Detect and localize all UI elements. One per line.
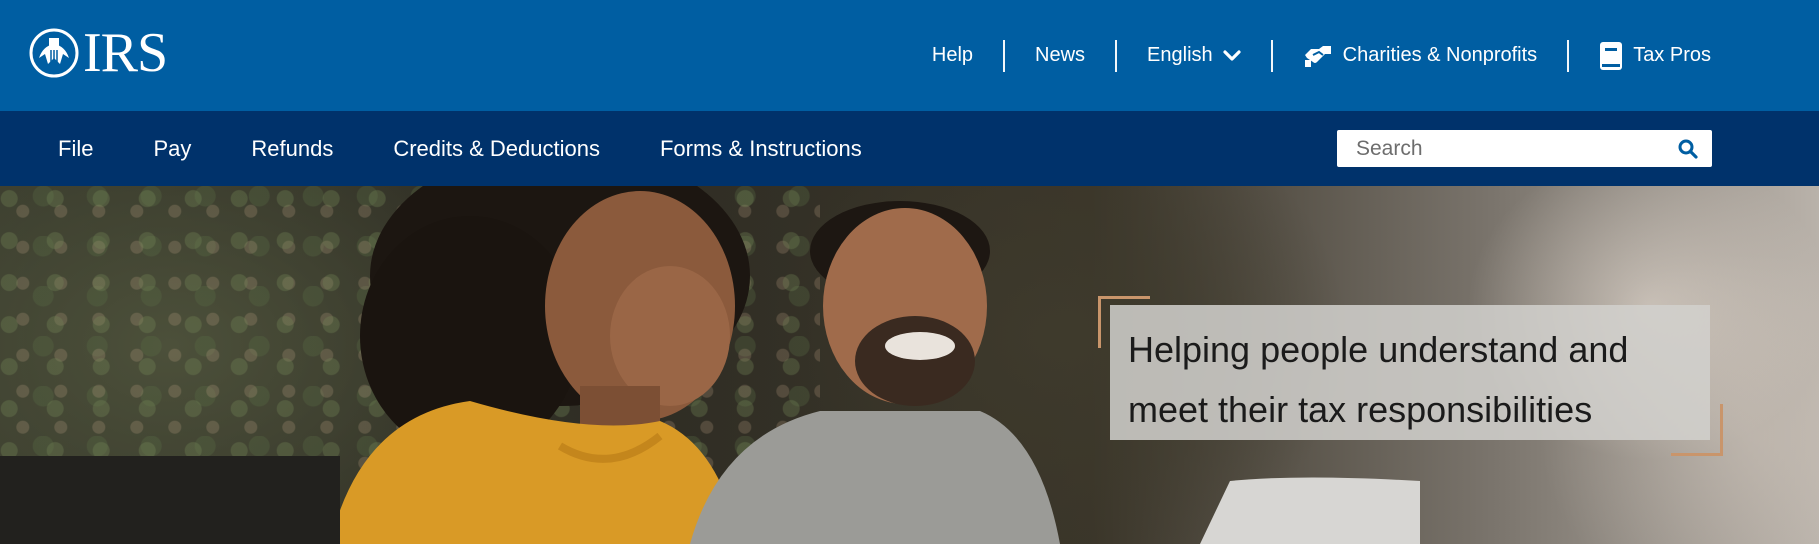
search-box: [1337, 130, 1712, 167]
search-input[interactable]: [1356, 136, 1656, 161]
handshake-icon: [1304, 45, 1331, 67]
divider: [1115, 39, 1118, 72]
book-icon: [1600, 41, 1623, 70]
chevron-down-icon: [1223, 49, 1241, 61]
charities-label: Charities & Nonprofits: [1342, 44, 1538, 66]
language-selector[interactable]: English: [1147, 44, 1241, 67]
nav-pay[interactable]: Pay: [153, 136, 191, 162]
tax-pros-link[interactable]: Tax Pros: [1599, 41, 1711, 71]
hero-banner: Helping people understand and meet their…: [0, 186, 1819, 544]
hero-tagline-frame: Helping people understand and meet their…: [1098, 296, 1723, 456]
divider: [1003, 39, 1006, 72]
search-icon[interactable]: [1678, 139, 1698, 159]
nav-refunds[interactable]: Refunds: [251, 136, 333, 162]
irs-eagle-icon: [29, 28, 79, 78]
utility-nav: Help News English Charities & Nonprofits: [932, 0, 1711, 111]
hero-tagline: Helping people understand and meet their…: [1110, 305, 1710, 440]
divider: [1270, 39, 1273, 72]
nav-forms-instructions[interactable]: Forms & Instructions: [660, 136, 862, 162]
divider: [1567, 39, 1570, 72]
help-label: Help: [931, 44, 974, 66]
irs-logo[interactable]: IRS: [29, 22, 168, 84]
nav-file[interactable]: File: [58, 136, 93, 162]
tax-pros-label: Tax Pros: [1633, 44, 1711, 66]
tagline-line-1: Helping people understand and: [1128, 329, 1629, 370]
main-nav: File Pay Refunds Credits & Deductions Fo…: [58, 111, 862, 186]
top-header: IRS Help News English Charities & Nonpro…: [0, 0, 1819, 111]
help-link[interactable]: Help: [932, 44, 973, 67]
language-label: English: [1147, 44, 1213, 66]
news-link[interactable]: News: [1035, 44, 1085, 67]
tagline-line-2: meet their tax responsibilities: [1128, 389, 1593, 430]
charities-nonprofits-link[interactable]: Charities & Nonprofits: [1303, 43, 1538, 69]
nav-credits-deductions[interactable]: Credits & Deductions: [393, 136, 600, 162]
news-label: News: [1035, 44, 1086, 66]
logo-text: IRS: [83, 22, 168, 84]
